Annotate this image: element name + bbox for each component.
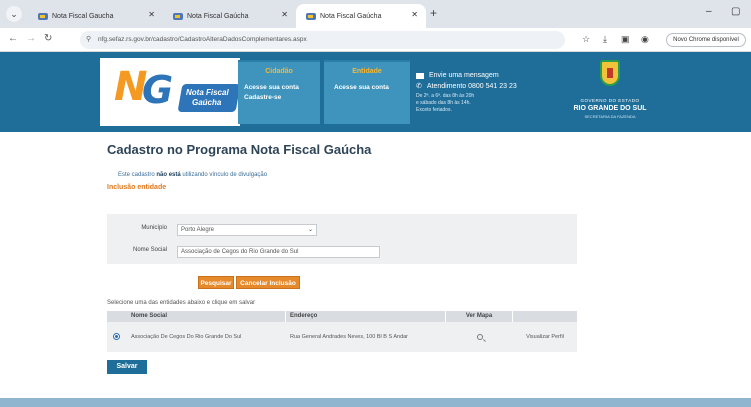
nome-social-input[interactable]: Associação de Cegos do Rio Grande do Sul bbox=[177, 246, 380, 258]
column-header-endereco: Endereço bbox=[286, 311, 446, 322]
browser-tab-active[interactable]: Nota Fiscal Gaúcha ✕ bbox=[296, 4, 426, 28]
contact-block: Envie uma mensagem ✆ Atendimento 0800 54… bbox=[416, 72, 556, 114]
municipio-select[interactable]: Porto Alegre ⌄ bbox=[177, 224, 317, 236]
back-icon[interactable]: ← bbox=[8, 33, 18, 44]
forward-icon[interactable]: → bbox=[26, 33, 36, 44]
info-bold: não está bbox=[156, 172, 181, 178]
gov-label-sub: SECRETARIA DA FAZENDA bbox=[584, 114, 636, 119]
nome-social-label: Nome Social bbox=[132, 247, 167, 253]
hours-note-1: De 2ª. a 6ª. das 8h às 20h bbox=[416, 93, 475, 99]
chevron-down-icon: ⌄ bbox=[307, 227, 313, 233]
favicon-icon bbox=[306, 12, 316, 20]
logo-text-line2: Gaúcha bbox=[192, 98, 222, 107]
info-prefix: Este cadastro bbox=[118, 172, 155, 178]
hours-note-3: Exceto feriados. bbox=[416, 107, 452, 113]
minimize-window-button[interactable]: – bbox=[706, 6, 712, 17]
browser-toolbar: ← → ↻ ⚲ nfg.sefaz.rs.gov.br/cadastro/Cad… bbox=[0, 28, 751, 52]
tab-close-icon[interactable]: ✕ bbox=[281, 10, 288, 19]
address-bar[interactable]: ⚲ nfg.sefaz.rs.gov.br/cadastro/CadastroA… bbox=[80, 31, 565, 49]
entidade-panel: Entidade Acesse sua conta bbox=[324, 60, 410, 124]
bookmark-star-icon[interactable]: ☆ bbox=[582, 34, 590, 45]
entity-radio[interactable] bbox=[113, 333, 120, 340]
browser-tab-1[interactable]: Nota Fiscal Gaucha ✕ bbox=[28, 4, 163, 28]
maximize-window-button[interactable]: ▢ bbox=[731, 6, 740, 17]
logo-letter-g: G bbox=[142, 68, 174, 112]
view-map-icon[interactable] bbox=[476, 333, 483, 340]
send-message-link[interactable]: Envie uma mensagem bbox=[416, 72, 556, 79]
phone-label: Atendimento 0800 541 23 23 bbox=[426, 82, 517, 90]
site-info-icon[interactable]: ⚲ bbox=[86, 31, 91, 49]
column-header-nome: Nome Social bbox=[127, 311, 286, 322]
phone-line: ✆ Atendimento 0800 541 23 23 bbox=[416, 82, 556, 91]
tab-close-icon[interactable]: ✕ bbox=[148, 10, 155, 19]
favicon-icon bbox=[173, 12, 183, 20]
address-text: nfg.sefaz.rs.gov.br/cadastro/CadastroAlt… bbox=[98, 36, 307, 43]
profile-avatar-icon[interactable]: ◉ bbox=[641, 34, 649, 45]
logo-text-line1: Nota Fiscal bbox=[186, 88, 229, 97]
table-header: Nome Social Endereço Ver Mapa bbox=[107, 311, 577, 322]
new-tab-button[interactable]: + bbox=[430, 6, 437, 20]
cidadao-login-link[interactable]: Acesse sua conta bbox=[244, 84, 299, 91]
gov-label-big[interactable]: RIO GRANDE DO SUL bbox=[562, 105, 658, 112]
municipio-value: Porto Alegre bbox=[181, 227, 215, 233]
table-row[interactable]: Associação De Cegos Do Rio Grande Do Sul… bbox=[107, 322, 577, 352]
gov-label-small: GOVERNO DO ESTADO bbox=[580, 98, 640, 103]
entidade-title: Entidade bbox=[352, 68, 382, 75]
search-button[interactable]: Pesquisar bbox=[198, 276, 234, 289]
browser-tab-2[interactable]: Nota Fiscal Gaúcha ✕ bbox=[163, 4, 296, 28]
info-suffix: utilizando vínculo de divulgação bbox=[182, 172, 268, 178]
cidadao-title: Cidadão bbox=[265, 68, 293, 75]
chrome-update-button[interactable]: Novo Chrome disponível bbox=[666, 33, 746, 47]
save-button[interactable]: Salvar bbox=[107, 360, 147, 374]
search-form: Município Porto Alegre ⌄ Nome Social Ass… bbox=[107, 214, 577, 264]
browser-tab-strip: ⌄ Nota Fiscal Gaucha ✕ Nota Fiscal Gaúch… bbox=[0, 0, 751, 28]
entities-table: Nome Social Endereço Ver Mapa Associação… bbox=[107, 311, 577, 352]
view-profile-link[interactable]: Visualizar Perfil bbox=[513, 322, 577, 352]
header-radio-cell bbox=[107, 311, 127, 322]
reload-icon[interactable]: ↻ bbox=[44, 33, 52, 44]
download-icon[interactable]: ⤓ bbox=[603, 34, 607, 45]
cidadao-panel: Cidadão Acesse sua conta Cadastre-se bbox=[238, 60, 320, 124]
municipio-label: Município bbox=[141, 225, 167, 231]
row-radio-cell bbox=[107, 322, 127, 352]
column-header-perfil bbox=[513, 311, 577, 322]
cidadao-register-link[interactable]: Cadastre-se bbox=[244, 94, 281, 101]
tab-search-icon[interactable]: ⌄ bbox=[6, 6, 22, 22]
entidade-login-link[interactable]: Acesse sua conta bbox=[334, 84, 389, 91]
column-header-mapa: Ver Mapa bbox=[446, 311, 513, 322]
site-header: N G Nota Fiscal Gaúcha Cidadão Acesse su… bbox=[0, 52, 751, 132]
phone-icon: ✆ bbox=[416, 83, 422, 90]
page-title: Cadastro no Programa Nota Fiscal Gaúcha bbox=[107, 142, 372, 157]
state-crest-icon bbox=[600, 60, 620, 86]
envelope-icon bbox=[416, 72, 424, 79]
tab-title: Nota Fiscal Gaúcha bbox=[320, 12, 382, 20]
cell-endereco: Rua General Andrades Neves, 100 Bl B S A… bbox=[290, 334, 409, 340]
send-message-label: Envie uma mensagem bbox=[429, 72, 499, 79]
referral-info: Este cadastro não está utilizando víncul… bbox=[118, 172, 267, 178]
side-panel-icon[interactable]: ▣ bbox=[621, 34, 630, 45]
footer-band bbox=[0, 398, 751, 407]
cell-mapa bbox=[446, 322, 513, 352]
nfg-logo[interactable]: N G Nota Fiscal Gaúcha bbox=[100, 58, 241, 126]
tab-title: Nota Fiscal Gaúcha bbox=[187, 12, 249, 20]
mode-label: Inclusão entidade bbox=[107, 184, 167, 191]
cancel-inclusion-button[interactable]: Cancelar Inclusão bbox=[236, 276, 300, 289]
tab-close-icon[interactable]: ✕ bbox=[411, 10, 418, 19]
grid-hint: Selecione uma das entidades abaixo e cli… bbox=[107, 300, 256, 306]
tab-title: Nota Fiscal Gaucha bbox=[52, 12, 114, 20]
cell-nome: Associação De Cegos Do Rio Grande Do Sul bbox=[131, 334, 242, 340]
hours-note-2: e sábado das 8h às 14h. bbox=[416, 100, 471, 106]
favicon-icon bbox=[38, 12, 48, 20]
